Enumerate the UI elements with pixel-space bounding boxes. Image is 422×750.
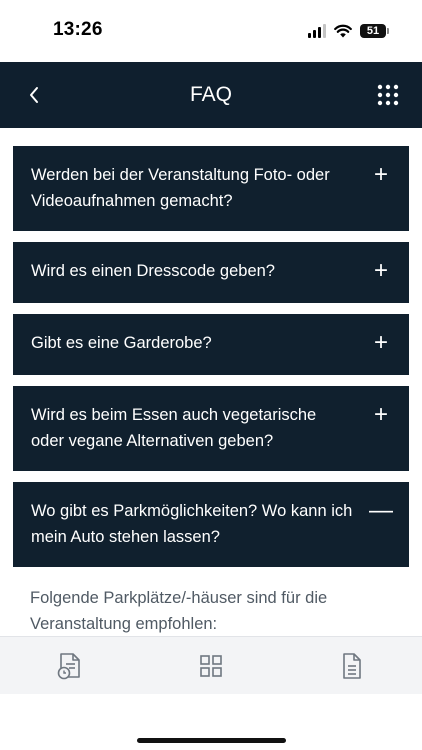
dashboard-grid-icon — [200, 655, 222, 677]
faq-question: Gibt es eine Garderobe? — [31, 334, 212, 352]
status-icons: 51 — [308, 22, 389, 40]
faq-item-garderobe[interactable]: Gibt es eine Garderobe? + — [13, 314, 409, 375]
faq-question: Wird es einen Dresscode geben? — [31, 262, 275, 280]
cellular-signal-icon — [308, 24, 326, 38]
faq-answer-parking: Folgende Parkplätze/-häuser sind für die… — [30, 589, 328, 633]
page-title: FAQ — [189, 83, 232, 106]
faq-question: Wird es beim Essen auch vegetarische ode… — [31, 406, 317, 450]
nav-item-documents[interactable] — [281, 637, 422, 695]
battery-level: 51 — [366, 25, 380, 37]
nav-item-schedule[interactable] — [0, 637, 141, 695]
expand-plus-icon[interactable]: + — [371, 402, 391, 428]
grid-dots-icon — [377, 84, 399, 106]
collapse-minus-icon[interactable]: — — [369, 498, 393, 524]
wifi-icon — [334, 24, 352, 38]
document-icon — [342, 653, 361, 679]
battery-icon: 51 — [360, 24, 389, 38]
faq-list: Werden bei der Veranstaltung Foto- oder … — [13, 146, 409, 578]
nav-item-dashboard[interactable] — [141, 637, 282, 695]
faq-question: Werden bei der Veranstaltung Foto- oder … — [31, 166, 330, 210]
expand-plus-icon[interactable]: + — [371, 330, 391, 356]
status-time: 13:26 — [53, 19, 103, 40]
status-bar: 13:26 51 — [0, 0, 422, 62]
back-button[interactable] — [20, 80, 48, 110]
faq-item-vegetarian[interactable]: Wird es beim Essen auch vegetarische ode… — [13, 386, 409, 471]
faq-item-photo-video[interactable]: Werden bei der Veranstaltung Foto- oder … — [13, 146, 409, 231]
faq-item-dresscode[interactable]: Wird es einen Dresscode geben? + — [13, 242, 409, 303]
faq-item-parking[interactable]: Wo gibt es Parkmöglichkeiten? Wo kann ic… — [13, 482, 409, 567]
faq-question: Wo gibt es Parkmöglichkeiten? Wo kann ic… — [31, 502, 353, 546]
expand-plus-icon[interactable]: + — [371, 258, 391, 284]
chevron-left-icon — [30, 87, 38, 103]
app-header: FAQ — [0, 62, 422, 128]
bottom-nav — [0, 636, 422, 695]
expand-plus-icon[interactable]: + — [371, 162, 391, 188]
home-indicator[interactable] — [137, 738, 286, 743]
schedule-document-icon — [58, 653, 81, 680]
menu-button[interactable] — [376, 83, 400, 107]
